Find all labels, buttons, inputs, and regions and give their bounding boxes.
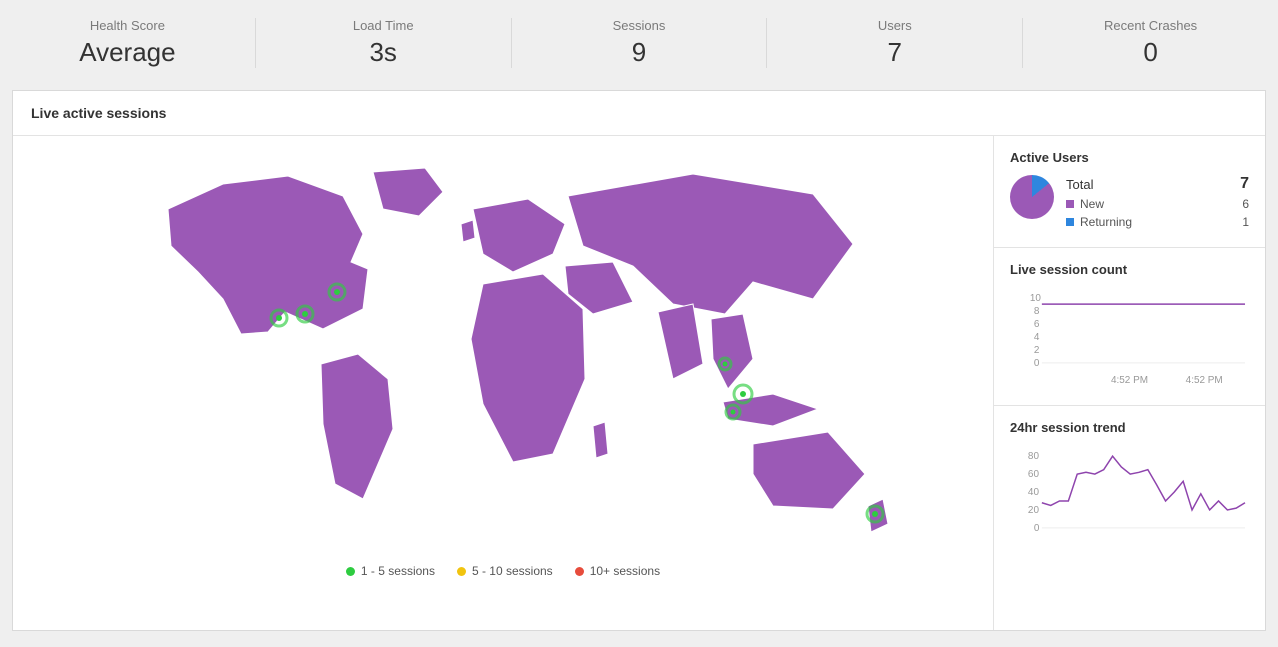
metric-value: Average bbox=[0, 37, 255, 68]
legend-label: 1 - 5 sessions bbox=[361, 564, 435, 578]
live-session-chart: 10 8 6 4 2 0 4:52 PM 4:52 PM bbox=[1010, 287, 1249, 391]
legend-item: 10+ sessions bbox=[575, 564, 660, 578]
metric-label: Load Time bbox=[256, 18, 511, 33]
svg-text:20: 20 bbox=[1028, 505, 1040, 516]
metric-recent-crashes[interactable]: Recent Crashes 0 bbox=[1023, 18, 1278, 68]
svg-text:4: 4 bbox=[1034, 332, 1040, 343]
legend-swatch-icon bbox=[346, 567, 355, 576]
world-map[interactable]: 1 - 5 sessions 5 - 10 sessions 10+ sessi… bbox=[13, 136, 993, 630]
active-users-card: Active Users Total 7 New 6 Returni bbox=[994, 136, 1265, 248]
live-sessions-panel: Live active sessions bbox=[12, 90, 1266, 631]
metric-value: 0 bbox=[1023, 37, 1278, 68]
row-value: 6 bbox=[1242, 197, 1249, 211]
metric-label: Recent Crashes bbox=[1023, 18, 1278, 33]
live-session-count-card: Live session count 10 8 6 4 2 0 4:52 PM … bbox=[994, 248, 1265, 406]
session-trend-chart: 80 60 40 20 0 bbox=[1010, 445, 1249, 549]
svg-text:8: 8 bbox=[1034, 306, 1040, 317]
card-title: Active Users bbox=[1010, 150, 1249, 165]
legend-item: 5 - 10 sessions bbox=[457, 564, 553, 578]
svg-text:2: 2 bbox=[1034, 345, 1040, 356]
row-value: 1 bbox=[1242, 215, 1249, 229]
svg-text:40: 40 bbox=[1028, 487, 1040, 498]
svg-text:4:52 PM: 4:52 PM bbox=[1186, 375, 1223, 386]
svg-text:4:52 PM: 4:52 PM bbox=[1111, 375, 1148, 386]
active-users-pie-icon bbox=[1010, 175, 1054, 219]
svg-text:0: 0 bbox=[1034, 523, 1040, 534]
metrics-bar: Health Score Average Load Time 3s Sessio… bbox=[0, 0, 1278, 90]
metric-value: 9 bbox=[512, 37, 767, 68]
metric-label: Sessions bbox=[512, 18, 767, 33]
panel-title: Live active sessions bbox=[13, 91, 1265, 136]
right-sidebar: Active Users Total 7 New 6 Returni bbox=[993, 136, 1265, 630]
metric-value: 7 bbox=[767, 37, 1022, 68]
metric-label: Health Score bbox=[0, 18, 255, 33]
legend-label: 5 - 10 sessions bbox=[472, 564, 553, 578]
world-map-svg bbox=[113, 154, 893, 554]
legend-swatch-icon bbox=[575, 567, 584, 576]
session-trend-card: 24hr session trend 80 60 40 20 0 bbox=[994, 406, 1265, 563]
metric-load-time[interactable]: Load Time 3s bbox=[256, 18, 512, 68]
legend-swatch-icon bbox=[1066, 200, 1074, 208]
metric-users[interactable]: Users 7 bbox=[767, 18, 1023, 68]
metric-label: Users bbox=[767, 18, 1022, 33]
card-title: 24hr session trend bbox=[1010, 420, 1249, 435]
row-label: New bbox=[1080, 197, 1104, 211]
svg-text:60: 60 bbox=[1028, 469, 1040, 480]
legend-label: 10+ sessions bbox=[590, 564, 660, 578]
card-title: Live session count bbox=[1010, 262, 1249, 277]
total-label: Total bbox=[1066, 177, 1093, 192]
row-label: Returning bbox=[1080, 215, 1132, 229]
legend-swatch-icon bbox=[457, 567, 466, 576]
metric-health-score[interactable]: Health Score Average bbox=[0, 18, 256, 68]
metric-sessions[interactable]: Sessions 9 bbox=[512, 18, 768, 68]
map-legend: 1 - 5 sessions 5 - 10 sessions 10+ sessi… bbox=[346, 564, 660, 578]
svg-text:80: 80 bbox=[1028, 451, 1040, 462]
legend-swatch-icon bbox=[1066, 218, 1074, 226]
legend-item: 1 - 5 sessions bbox=[346, 564, 435, 578]
total-value: 7 bbox=[1240, 175, 1249, 193]
svg-text:6: 6 bbox=[1034, 319, 1040, 330]
metric-value: 3s bbox=[256, 37, 511, 68]
svg-text:10: 10 bbox=[1030, 293, 1042, 304]
svg-text:0: 0 bbox=[1034, 358, 1040, 369]
